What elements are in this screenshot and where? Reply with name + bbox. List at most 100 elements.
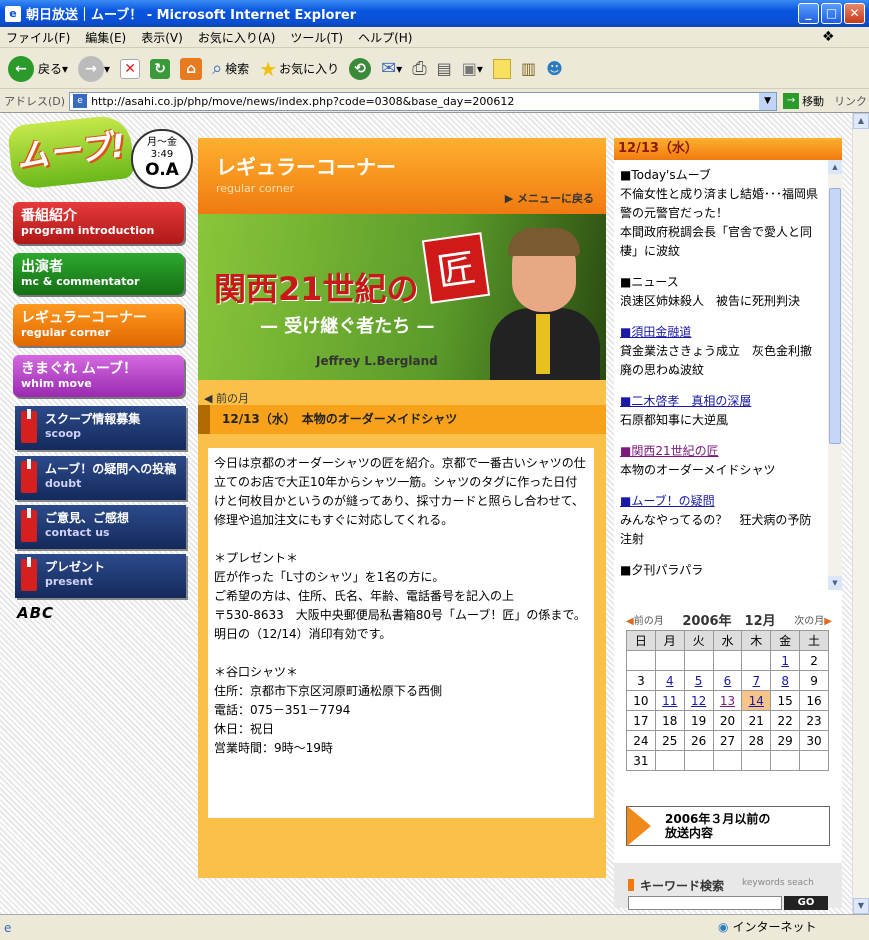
news-item[interactable]: ■ムーブ！の疑問みんなやってるの？ 狂犬病の予防注射 xyxy=(620,492,822,549)
cal-day[interactable]: 11 xyxy=(654,690,685,711)
nav-cast[interactable]: 出演者 mc & commentator xyxy=(13,253,184,295)
prev-month-link[interactable]: ◀ 前の月 xyxy=(204,390,249,406)
search-button[interactable]: ⌕ 検索 xyxy=(212,58,249,79)
discuss-button[interactable]: ▣ ▾ xyxy=(462,59,483,78)
subnav-sublabel: contact us xyxy=(45,526,110,539)
notes-button[interactable] xyxy=(492,58,511,79)
news-item-heading[interactable]: ■ムーブ！の疑問 xyxy=(620,492,822,511)
messenger-button[interactable]: ☻ xyxy=(546,59,563,78)
cal-day-number[interactable]: 13 xyxy=(720,694,735,708)
archive-link[interactable]: 2006年３月以前の 放送内容 xyxy=(626,806,830,846)
news-item-body: 貸金業法さきょう成立 灰色金利撤廃の思わぬ波紋 xyxy=(620,344,813,377)
news-item[interactable]: ■関西21世紀の匠 本物のオーダーメイドシャツ xyxy=(620,442,822,480)
corner-title: レギュラーコーナー xyxy=(216,155,396,179)
cal-prev-month[interactable]: ◀前の月 xyxy=(626,612,664,627)
news-scroll-up-icon[interactable]: ▲ xyxy=(828,160,842,174)
cal-day-number[interactable]: 8 xyxy=(781,674,789,688)
research-button[interactable]: ▥ xyxy=(521,59,536,78)
history-button[interactable]: ⟲ xyxy=(349,57,372,80)
address-input[interactable]: e http://asahi.co.jp/php/move/news/index… xyxy=(69,91,778,111)
cal-day[interactable]: 14 xyxy=(741,690,772,711)
cal-day[interactable]: 5 xyxy=(683,670,714,691)
back-to-menu-link[interactable]: ▶ メニューに戻る xyxy=(505,190,594,206)
page-scrollbar[interactable]: ▲ ▼ xyxy=(852,113,869,914)
favorites-button[interactable]: ★ お気に入り xyxy=(259,57,339,81)
news-scroll-down-icon[interactable]: ▼ xyxy=(828,576,842,590)
cal-day[interactable]: 7 xyxy=(741,670,772,691)
subnav-doubt[interactable]: ムーブ！の疑問への投稿 doubt xyxy=(15,456,186,500)
window-title: 朝日放送｜ムーブ！ - Microsoft Internet Explorer xyxy=(26,8,357,23)
cal-day[interactable]: 4 xyxy=(654,670,685,691)
cal-day: 21 xyxy=(741,710,772,731)
cal-day-number[interactable]: 14 xyxy=(749,694,764,708)
cal-day-number[interactable]: 1 xyxy=(781,654,789,668)
subnav-label: ムーブ！の疑問への投稿 xyxy=(45,462,177,476)
cal-day-number[interactable]: 11 xyxy=(662,694,677,708)
news-item-body: みんなやってるの？ 狂犬病の予防注射 xyxy=(620,513,812,546)
news-item-heading[interactable]: ■関西21世紀の匠 xyxy=(620,442,822,461)
nav-program-intro[interactable]: 番組紹介 program introduction xyxy=(13,202,184,244)
menu-help[interactable]: ヘルプ(H) xyxy=(358,29,412,46)
links-button[interactable]: リンク xyxy=(834,93,867,109)
menu-edit[interactable]: 編集(E) xyxy=(85,29,126,46)
news-item[interactable]: ■須田金融道貸金業法さきょう成立 灰色金利撤廃の思わぬ波紋 xyxy=(620,323,822,380)
menu-file[interactable]: ファイル(F) xyxy=(6,29,70,46)
news-item-heading[interactable]: ■二木啓孝 真相の深層 xyxy=(620,392,822,411)
cal-day-number: 2 xyxy=(810,653,818,668)
mail-icon: ✉ xyxy=(381,58,397,79)
cal-day xyxy=(712,650,743,671)
keyword-input[interactable] xyxy=(628,896,782,910)
move-logo[interactable]: ムーブ! xyxy=(6,113,136,191)
cal-day-number: 16 xyxy=(806,693,822,708)
news-scrollbar[interactable]: ▲ ▼ xyxy=(828,160,842,590)
abc-logo[interactable]: ABC xyxy=(17,604,54,622)
cal-day-number[interactable]: 5 xyxy=(695,674,703,688)
mail-button[interactable]: ✉ ▾ xyxy=(381,58,402,79)
address-dropdown-icon[interactable]: ▼ xyxy=(759,92,777,110)
go-label: 移動 xyxy=(802,95,825,108)
nav-regular-corner[interactable]: レギュラーコーナー regular corner xyxy=(13,304,184,346)
scroll-down-icon[interactable]: ▼ xyxy=(853,898,869,914)
back-button[interactable]: ← 戻る ▾ xyxy=(8,55,68,82)
cal-next-month[interactable]: 次の月▶ xyxy=(794,612,832,627)
forward-arrow-icon: → xyxy=(78,55,105,82)
print-button[interactable]: ⎙ xyxy=(412,58,426,79)
menu-view[interactable]: 表示(V) xyxy=(141,29,183,46)
cal-day[interactable]: 13 xyxy=(712,690,743,711)
go-button[interactable]: → 移動 xyxy=(783,93,824,109)
subnav-present[interactable]: プレゼント present xyxy=(15,554,186,598)
news-scroll-thumb[interactable] xyxy=(829,188,841,444)
cal-day[interactable]: 6 xyxy=(712,670,743,691)
news-item[interactable]: ■二木啓孝 真相の深層 石原都知事に大逆風 xyxy=(620,392,822,430)
cal-day-number[interactable]: 4 xyxy=(666,674,674,688)
page-icon: e xyxy=(73,94,88,108)
subnav-scoop[interactable]: スクープ情報募集 scoop xyxy=(15,406,186,450)
cal-day-number[interactable]: 12 xyxy=(691,694,706,708)
maximize-button[interactable]: □ xyxy=(821,3,842,24)
cal-day xyxy=(799,750,829,771)
home-button[interactable]: ⌂ xyxy=(180,57,203,80)
menu-tools[interactable]: ツール(T) xyxy=(290,29,343,46)
cal-day[interactable]: 1 xyxy=(770,650,801,671)
forward-button[interactable]: → ▾ xyxy=(78,55,110,82)
edit-button[interactable]: ▤ xyxy=(437,59,452,78)
nav-whim-move[interactable]: きまぐれ ムーブ！ whim move xyxy=(13,355,184,397)
refresh-button[interactable]: ↻ xyxy=(150,58,171,79)
stop-button[interactable]: ✕ xyxy=(120,58,141,79)
cal-weekday: 土 xyxy=(799,630,829,651)
close-button[interactable]: ✕ xyxy=(844,3,865,24)
news-item-heading[interactable]: ■須田金融道 xyxy=(620,323,822,342)
scroll-up-icon[interactable]: ▲ xyxy=(853,113,869,129)
cal-day[interactable]: 8 xyxy=(770,670,801,691)
favorites-label: お気に入り xyxy=(279,62,340,76)
cal-day-number: 25 xyxy=(662,733,678,748)
keyword-go-button[interactable]: GO xyxy=(784,896,828,910)
menu-favorites[interactable]: お気に入り(A) xyxy=(198,29,276,46)
minimize-button[interactable]: _ xyxy=(798,3,819,24)
cal-day-number[interactable]: 7 xyxy=(752,674,760,688)
main-content: レギュラーコーナー regular corner ▶ メニューに戻る 関西21世… xyxy=(198,138,606,878)
postbox-icon xyxy=(21,508,37,542)
subnav-contact[interactable]: ご意見、ご感想 contact us xyxy=(15,505,186,549)
cal-day[interactable]: 12 xyxy=(683,690,714,711)
cal-day-number[interactable]: 6 xyxy=(724,674,732,688)
